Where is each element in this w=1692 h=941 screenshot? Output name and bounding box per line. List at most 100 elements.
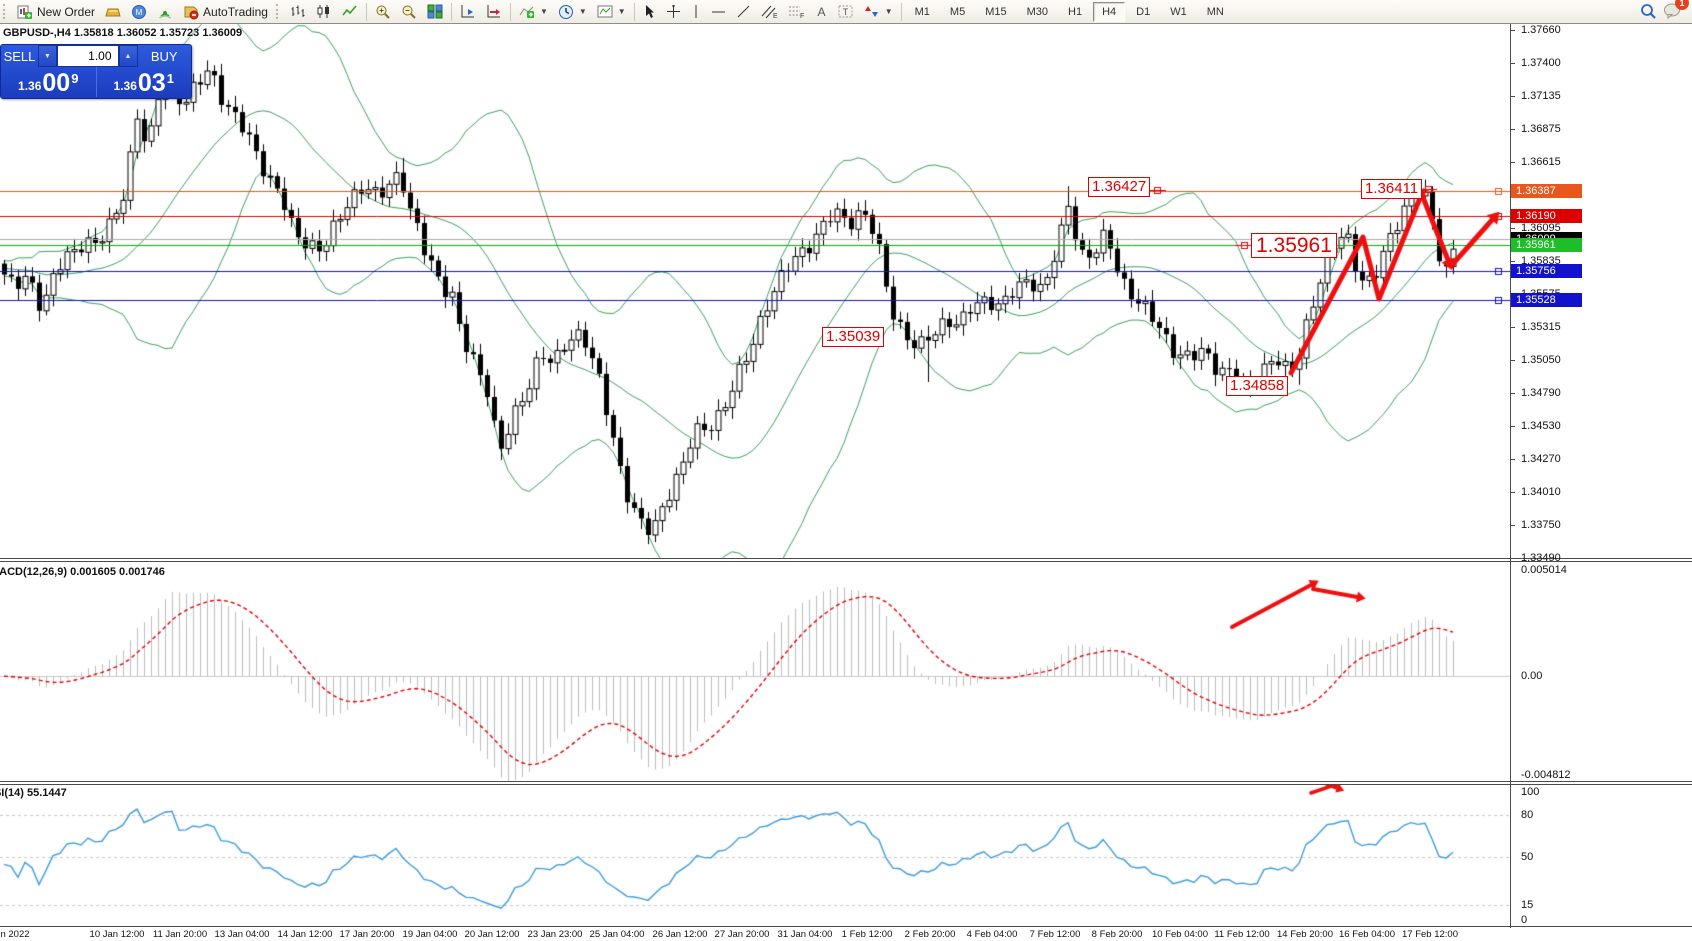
rsi-axis-label: 100 xyxy=(1521,786,1539,798)
macd-axis-label: -0.004812 xyxy=(1521,769,1571,781)
buy-button[interactable]: BUY xyxy=(138,45,192,67)
bar-chart-button[interactable] xyxy=(285,2,311,22)
sell-price[interactable]: 1.36 00 9 xyxy=(1,67,97,97)
toolbar-separator xyxy=(451,3,452,21)
toolbar-grip[interactable] xyxy=(276,4,281,19)
tile-windows-icon xyxy=(427,4,443,19)
pane-divider[interactable] xyxy=(0,558,1692,562)
autotrading-button[interactable]: AutoTrading xyxy=(178,2,273,22)
tile-windows-button[interactable] xyxy=(422,2,448,22)
buy-price[interactable]: 1.36 03 1 xyxy=(97,67,192,97)
toolbar-grip[interactable] xyxy=(3,4,8,19)
volume-increase-button[interactable]: ▲ xyxy=(119,45,138,67)
crosshair-button[interactable] xyxy=(661,2,686,22)
timeframe-toolbar: M1M5M15M30H1H4D1W1MN xyxy=(905,2,1234,22)
price-annotation[interactable]: 1.34858 xyxy=(1226,376,1288,396)
time-label: 1 Feb 12:00 xyxy=(842,929,893,940)
volume-decrease-button[interactable]: ▼ xyxy=(38,45,57,67)
rsi-axis-label: 50 xyxy=(1521,851,1533,863)
price-annotation[interactable]: 1.35961 xyxy=(1251,233,1337,258)
vertical-line-button[interactable] xyxy=(686,2,706,22)
svg-text:E: E xyxy=(773,13,778,19)
timeframe-h4[interactable]: H4 xyxy=(1093,2,1125,22)
mt4-window: New Order M AutoTrading xyxy=(0,0,1692,941)
volume-input[interactable]: 1.00 xyxy=(57,45,119,67)
symbol-info: GBPUSD-,H4 1.35818 1.36052 1.35723 1.360… xyxy=(3,27,242,39)
timeframe-m30[interactable]: M30 xyxy=(1018,2,1057,22)
time-label: 26 Jan 12:00 xyxy=(653,929,708,940)
sell-button[interactable]: SELL xyxy=(1,45,38,67)
market-icon xyxy=(105,5,121,19)
chart-shift-icon xyxy=(460,4,476,19)
time-label: 4 Feb 04:00 xyxy=(967,929,1018,940)
crosshair-icon xyxy=(666,4,681,19)
timeframe-w1[interactable]: W1 xyxy=(1161,2,1196,22)
channel-button[interactable]: E xyxy=(756,2,783,22)
price-tick xyxy=(1510,63,1515,64)
toolbar-separator xyxy=(634,3,635,21)
price-tick-label: 1.33490 xyxy=(1521,552,1561,564)
timeframe-mn[interactable]: MN xyxy=(1198,2,1233,22)
timeframe-m15[interactable]: M15 xyxy=(976,2,1015,22)
pane-divider[interactable] xyxy=(0,781,1692,785)
trendline-button[interactable] xyxy=(731,2,756,22)
auto-scroll-button[interactable] xyxy=(481,2,507,22)
line-chart-button[interactable] xyxy=(337,2,363,22)
timeframe-d1[interactable]: D1 xyxy=(1127,2,1159,22)
bar-chart-icon xyxy=(290,4,306,19)
cursor-icon xyxy=(643,4,656,19)
price-tick xyxy=(1510,162,1515,163)
toolbar-separator xyxy=(901,3,902,21)
macd-axis-label: 0.005014 xyxy=(1521,564,1567,576)
auto-scroll-icon xyxy=(486,4,502,19)
time-label: 17 Feb 12:00 xyxy=(1402,929,1458,940)
timeframe-m5[interactable]: M5 xyxy=(941,2,974,22)
rsi-pane[interactable] xyxy=(0,784,1510,927)
zoom-in-icon xyxy=(375,4,391,20)
notification-badge: 1 xyxy=(1675,0,1689,10)
horizontal-line-button[interactable] xyxy=(706,2,731,22)
search-icon[interactable] xyxy=(1640,3,1657,20)
chart-shift-button[interactable] xyxy=(455,2,481,22)
time-label: 19 Jan 04:00 xyxy=(403,929,458,940)
macd-indicator-label: MACD(12,26,9) 0.001605 0.001746 xyxy=(0,566,165,578)
indicators-icon xyxy=(519,4,535,19)
svg-text:F: F xyxy=(800,13,804,19)
text-button[interactable]: A xyxy=(810,2,833,22)
price-tick-label: 1.37400 xyxy=(1521,57,1561,69)
arrows-tool-button[interactable]: ▼ xyxy=(859,2,898,22)
time-label: 16 Feb 04:00 xyxy=(1339,929,1395,940)
zoom-out-icon xyxy=(401,4,417,20)
time-label: 10 Jan 12:00 xyxy=(90,929,145,940)
fibonacci-button[interactable]: F xyxy=(783,2,810,22)
zoom-in-button[interactable] xyxy=(370,2,396,22)
timeframe-h1[interactable]: H1 xyxy=(1059,2,1091,22)
cursor-button[interactable] xyxy=(638,2,661,22)
price-annotation[interactable]: 1.36411 xyxy=(1361,179,1422,199)
zoom-out-button[interactable] xyxy=(396,2,422,22)
chevron-down-icon: ▼ xyxy=(618,7,626,16)
pane-divider xyxy=(0,926,1692,927)
price-annotation[interactable]: 1.35039 xyxy=(822,327,884,347)
new-order-button[interactable]: New Order xyxy=(12,2,100,22)
macd-axis-label: 0.00 xyxy=(1521,670,1542,682)
new-order-icon xyxy=(17,4,33,20)
price-annotation[interactable]: 1.36427 xyxy=(1088,177,1150,197)
periods-button[interactable]: ▼ xyxy=(553,2,592,22)
buy-price-big: 03 xyxy=(138,71,166,96)
indicators-button[interactable]: ▼ xyxy=(514,2,553,22)
candlestick-button[interactable] xyxy=(311,2,337,22)
price-tick xyxy=(1510,360,1515,361)
chevron-down-icon: ▼ xyxy=(579,7,587,16)
market-button[interactable] xyxy=(100,2,126,22)
timeframe-m1[interactable]: M1 xyxy=(906,2,939,22)
templates-button[interactable]: ▼ xyxy=(592,2,631,22)
price-tick-label: 1.37660 xyxy=(1521,24,1561,36)
text-label-button[interactable]: T xyxy=(833,2,859,22)
main-chart[interactable] xyxy=(0,24,1510,558)
macd-pane[interactable] xyxy=(0,563,1510,781)
price-label-badge: 1.36387 xyxy=(1511,184,1582,198)
mql5-button[interactable]: M xyxy=(126,2,152,22)
signals-button[interactable] xyxy=(152,2,178,22)
notifications-button[interactable]: 1 xyxy=(1663,2,1682,22)
